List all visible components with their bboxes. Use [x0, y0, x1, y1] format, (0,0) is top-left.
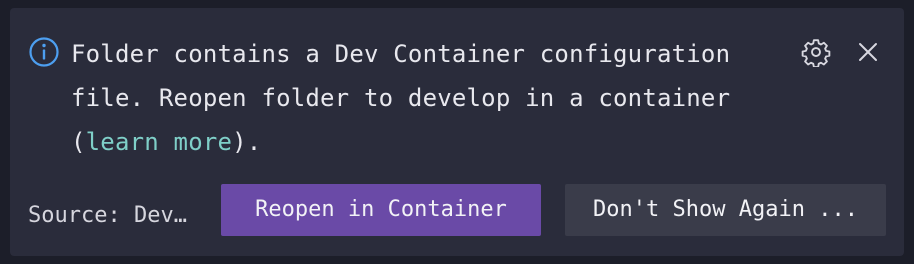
close-icon [857, 41, 879, 67]
notification-toast: Folder contains a Dev Container configur… [10, 8, 904, 256]
reopen-in-container-button[interactable]: Reopen in Container [221, 184, 541, 236]
gear-icon [801, 37, 831, 71]
learn-more-link[interactable]: learn more [86, 128, 233, 156]
info-icon [28, 36, 60, 68]
notification-settings-button[interactable] [796, 34, 836, 74]
notification-message: Folder contains a Dev Container configur… [71, 32, 791, 164]
notification-close-button[interactable] [848, 34, 888, 74]
dont-show-again-button[interactable]: Don't Show Again ... [565, 184, 886, 236]
notification-source: Source: Dev… [28, 203, 187, 228]
message-text-end: ). [232, 128, 262, 156]
